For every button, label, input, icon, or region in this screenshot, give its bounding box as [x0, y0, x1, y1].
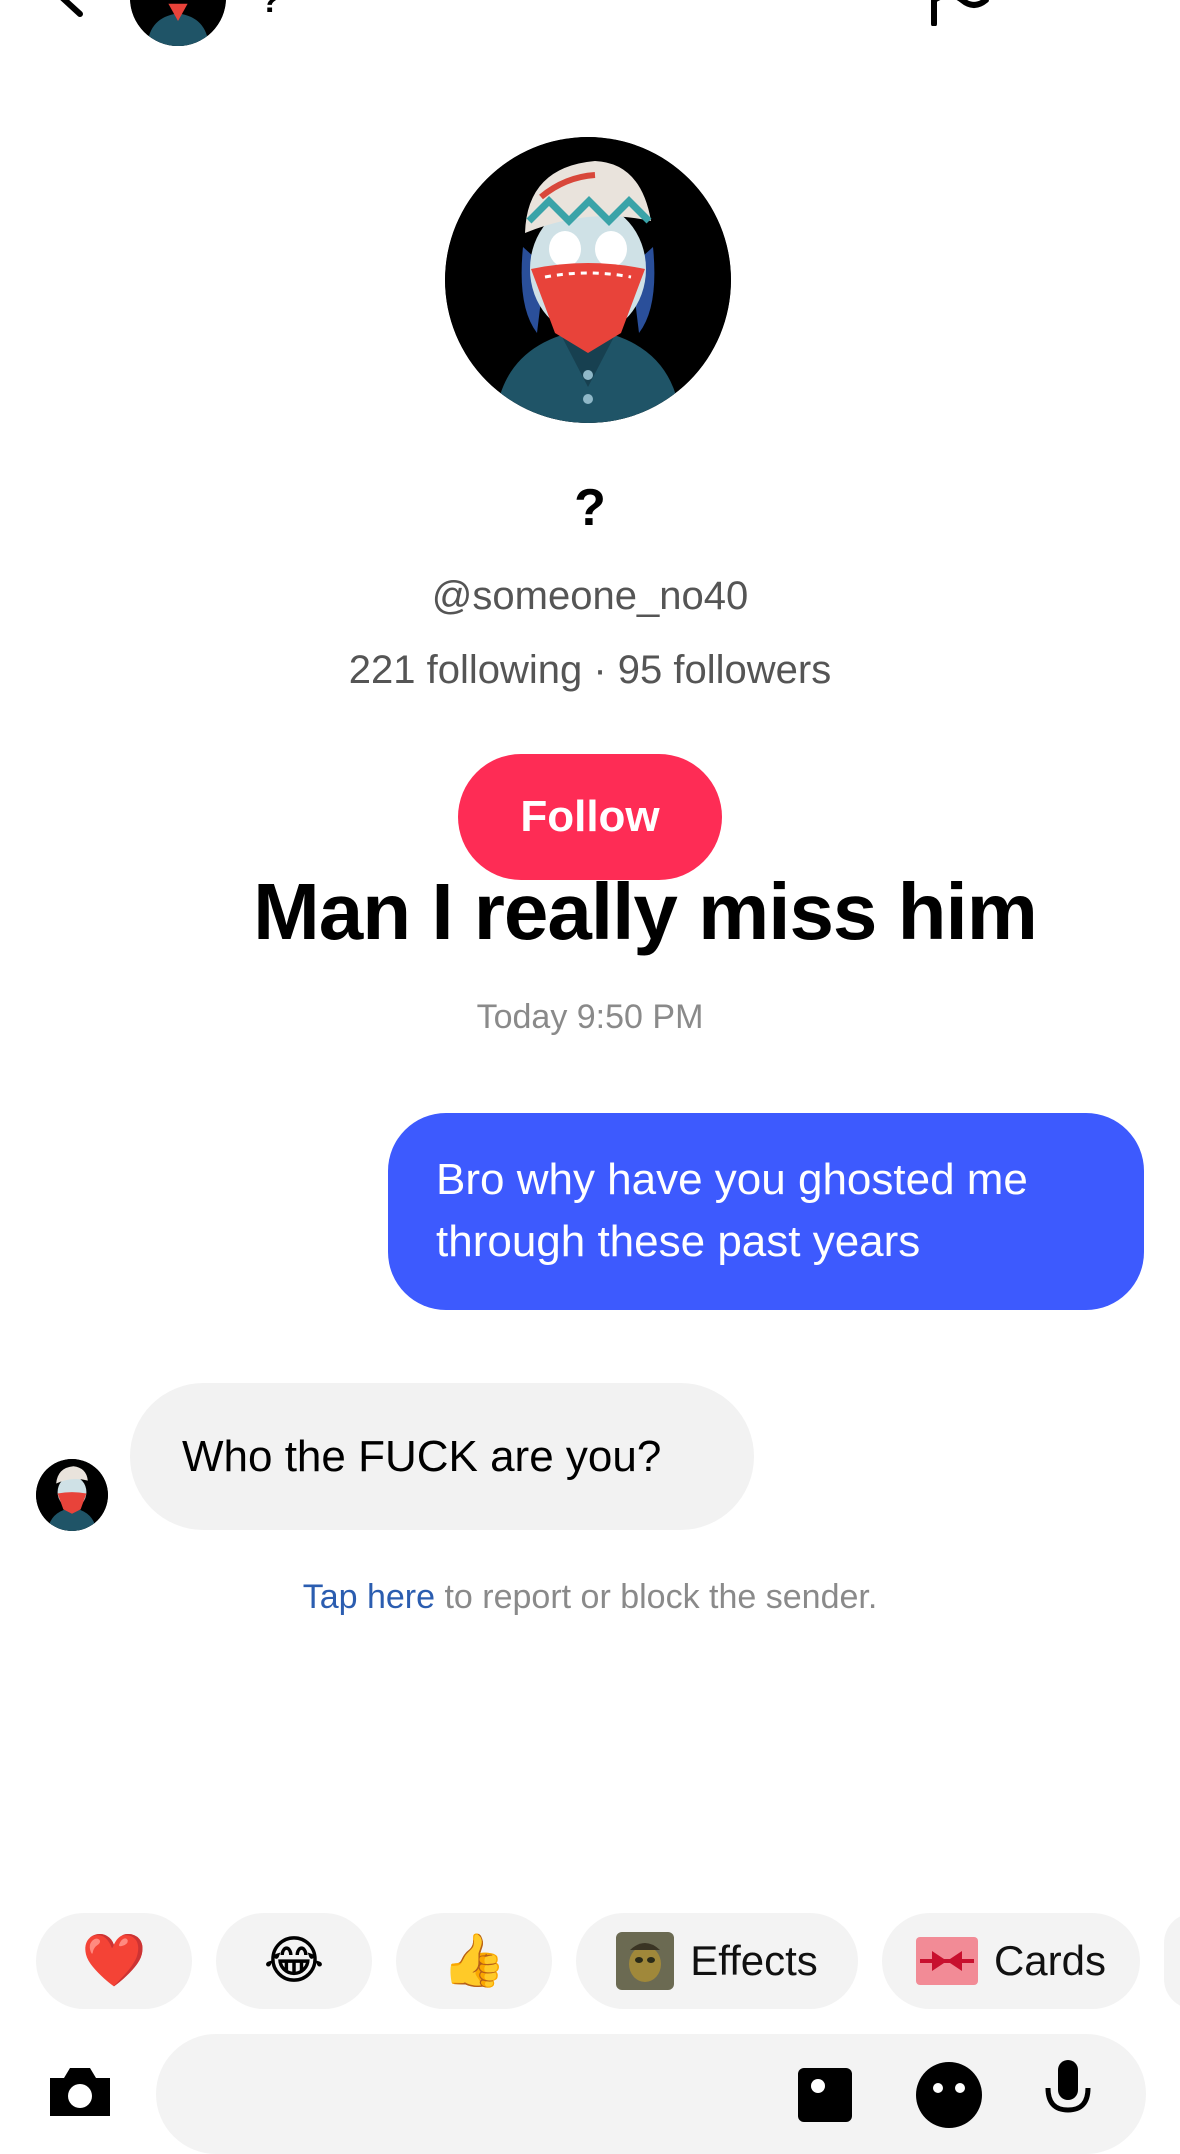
received-message-bubble[interactable]: Who the FUCK are you?	[130, 1383, 754, 1530]
cards-label: Cards	[993, 1937, 1107, 1984]
tap-here-link[interactable]: Tap here	[303, 1578, 435, 1616]
flag-icon[interactable]	[926, 0, 992, 26]
message-input[interactable]	[196, 2064, 800, 2106]
chevron-left-icon[interactable]	[40, 0, 100, 20]
sent-message-bubble[interactable]: Bro why have you ghosted me through thes…	[388, 1113, 1144, 1310]
effects-label: Effects	[690, 1937, 818, 1984]
reaction-thumbs-up-chip[interactable]: 👍	[396, 1913, 552, 2009]
laughing-face-icon: 😂	[263, 1932, 325, 1990]
overlay-caption: Man I really miss him	[253, 867, 1038, 956]
camera-icon[interactable]	[44, 2060, 116, 2120]
header-display-name: ?	[260, 0, 281, 20]
message-timestamp: Today 9:50 PM	[476, 998, 704, 1036]
emoji-icon[interactable]	[914, 2060, 984, 2130]
profile-stats: 221 following · 95 followers	[348, 648, 832, 692]
report-notice: Tap here to report or block the sender.	[0, 1578, 1180, 1617]
profile-handle: @someone_no40	[431, 574, 749, 618]
follow-button[interactable]: Follow	[458, 754, 722, 880]
effects-chip[interactable]: Effects	[576, 1913, 858, 2009]
microphone-icon[interactable]	[1044, 2058, 1092, 2118]
cards-chip[interactable]: Cards	[882, 1913, 1140, 2009]
header-avatar[interactable]	[130, 0, 226, 46]
message-composer[interactable]	[156, 2034, 1146, 2154]
image-icon[interactable]	[796, 2064, 860, 2124]
reaction-laugh-chip[interactable]: 😂	[216, 1913, 372, 2009]
heart-icon: ❤️	[81, 1932, 147, 1990]
profile-avatar[interactable]	[445, 137, 731, 423]
sender-avatar[interactable]	[36, 1459, 108, 1531]
report-notice-text: to report or block the sender.	[435, 1578, 878, 1616]
gift-card-icon	[915, 1937, 978, 1985]
more-reactions-chip[interactable]	[1164, 1913, 1180, 2009]
reaction-heart-chip[interactable]: ❤️	[36, 1913, 192, 2009]
thumbs-up-icon: 👍	[441, 1932, 507, 1990]
more-icon[interactable]	[1062, 0, 1122, 6]
profile-name: ?	[574, 479, 606, 537]
effects-thumbnail-icon	[616, 1932, 675, 1990]
